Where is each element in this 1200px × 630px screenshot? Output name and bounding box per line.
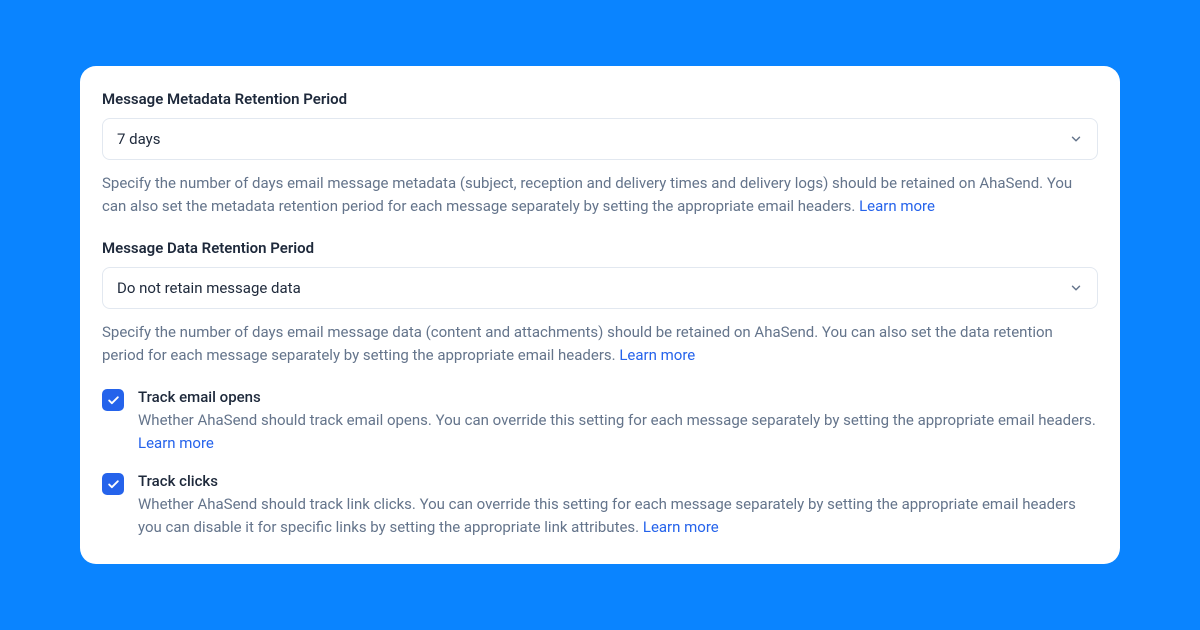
track-clicks-desc: Whether AhaSend should track link clicks…: [138, 493, 1098, 538]
check-icon: [107, 478, 120, 491]
data-retention-value: Do not retain message data: [117, 279, 1069, 297]
metadata-retention-help: Specify the number of days email message…: [102, 172, 1098, 217]
check-icon: [107, 394, 120, 407]
track-opens-row: Track email opens Whether AhaSend should…: [102, 388, 1098, 454]
data-learn-more-link[interactable]: Learn more: [619, 346, 695, 364]
track-clicks-title: Track clicks: [138, 472, 1098, 490]
track-opens-learn-more-link[interactable]: Learn more: [138, 434, 214, 452]
metadata-retention-value: 7 days: [117, 130, 1069, 148]
data-retention-label: Message Data Retention Period: [102, 239, 1098, 257]
track-opens-title: Track email opens: [138, 388, 1098, 406]
track-clicks-row: Track clicks Whether AhaSend should trac…: [102, 472, 1098, 538]
chevron-down-icon: [1069, 132, 1083, 146]
metadata-learn-more-link[interactable]: Learn more: [859, 197, 935, 215]
track-clicks-checkbox[interactable]: [102, 473, 124, 495]
track-opens-desc: Whether AhaSend should track email opens…: [138, 409, 1098, 454]
data-retention-help: Specify the number of days email message…: [102, 321, 1098, 366]
track-opens-checkbox[interactable]: [102, 389, 124, 411]
data-retention-select[interactable]: Do not retain message data: [102, 267, 1098, 309]
chevron-down-icon: [1069, 281, 1083, 295]
track-clicks-learn-more-link[interactable]: Learn more: [643, 518, 719, 536]
track-clicks-content: Track clicks Whether AhaSend should trac…: [138, 472, 1098, 538]
metadata-retention-select[interactable]: 7 days: [102, 118, 1098, 160]
metadata-retention-label: Message Metadata Retention Period: [102, 90, 1098, 108]
track-opens-content: Track email opens Whether AhaSend should…: [138, 388, 1098, 454]
settings-card: Message Metadata Retention Period 7 days…: [80, 66, 1120, 564]
